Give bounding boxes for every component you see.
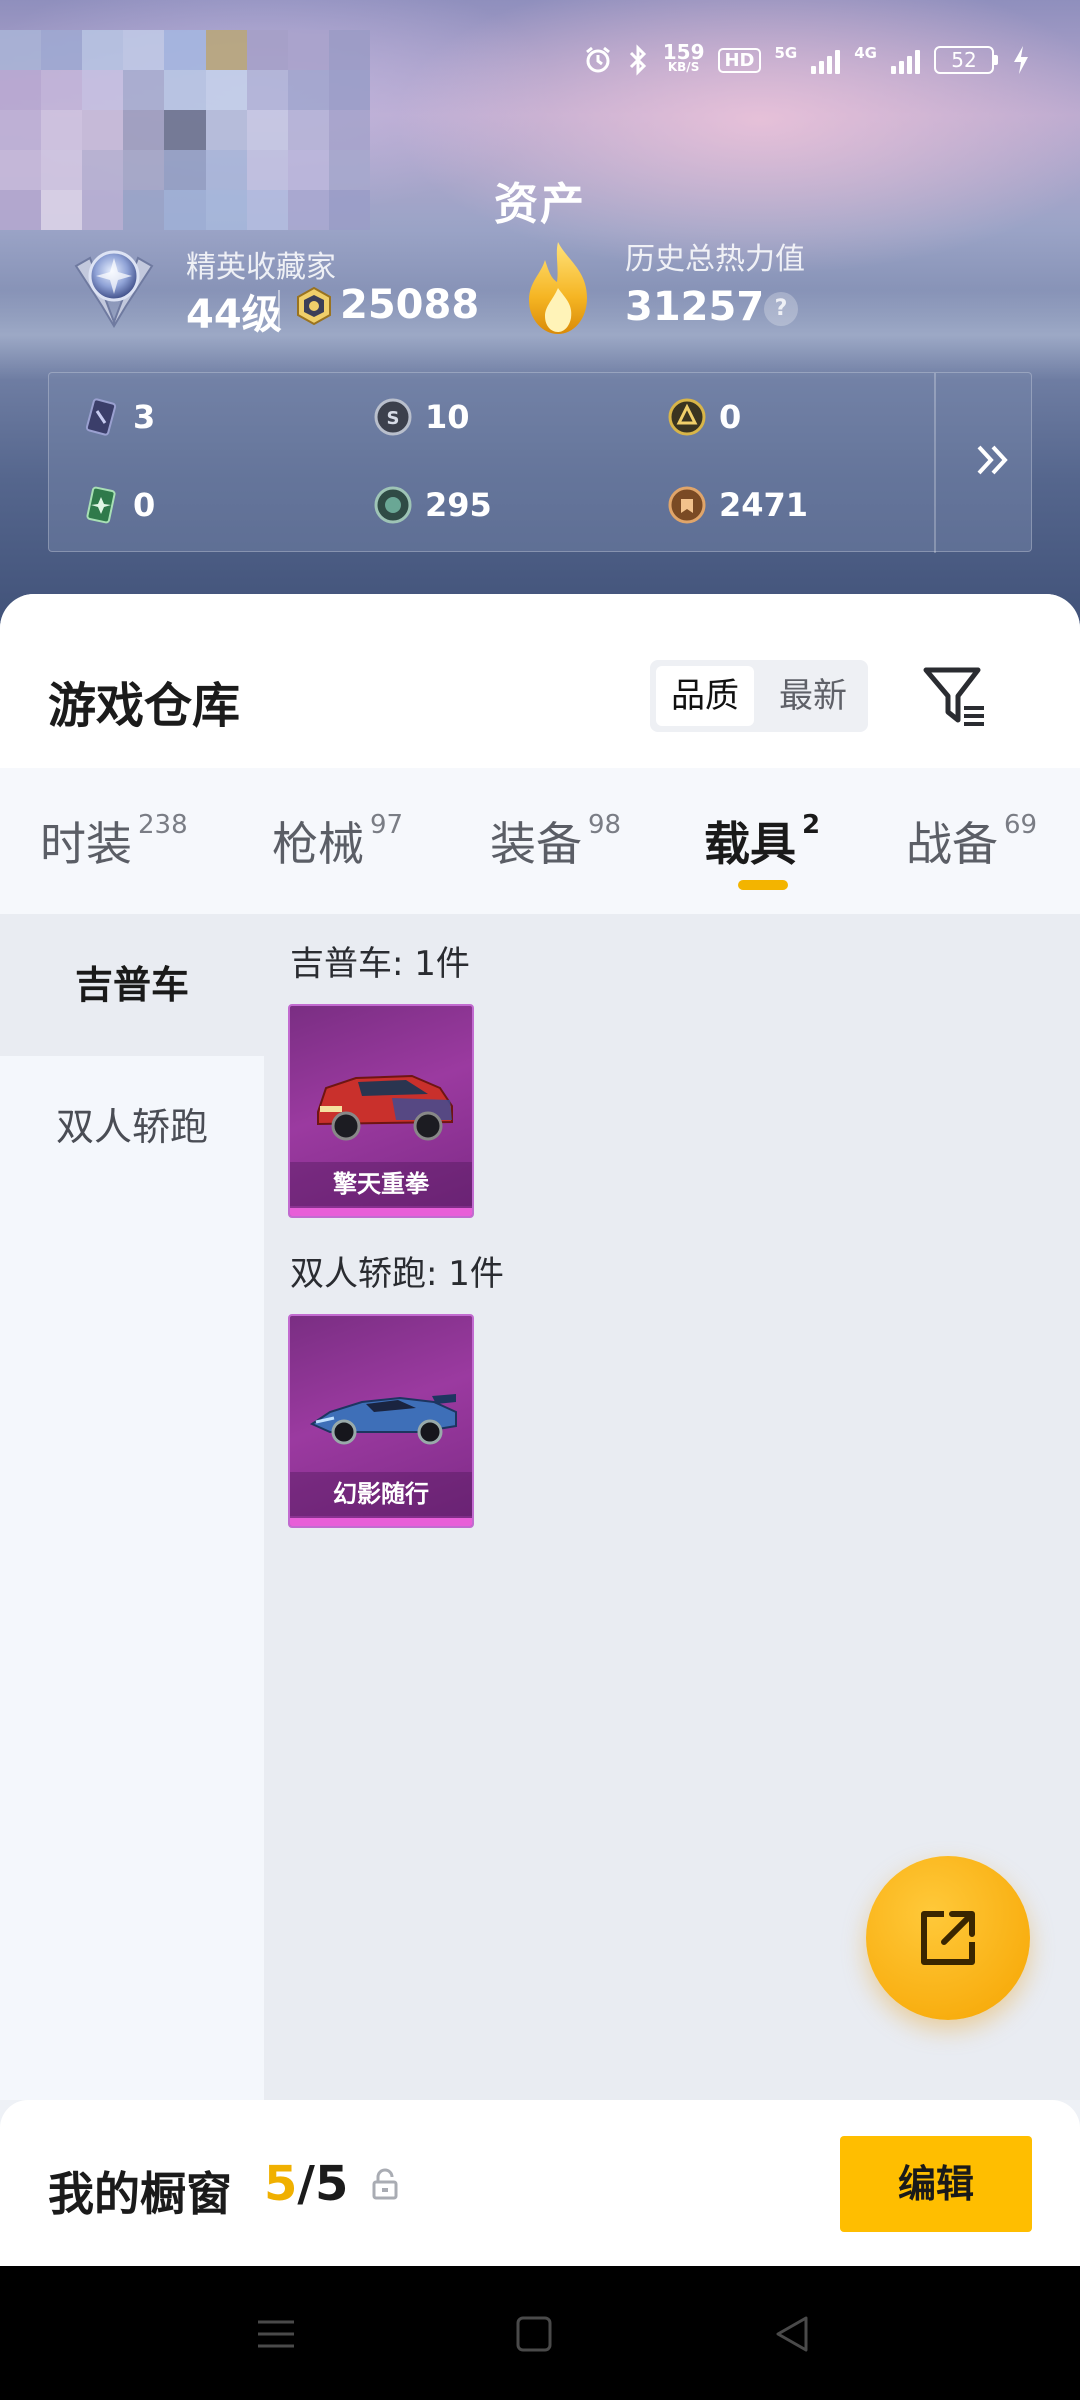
assets-header: 159 KB/S HD 5G 4G 52 资产 精英收藏家 44级 25088 历… [0, 0, 1080, 640]
currency-item: S 10 [373, 397, 470, 437]
tab-equipment[interactable]: 装备 98 [490, 808, 621, 874]
heat-label: 历史总热力值 [625, 242, 805, 277]
double-chevron-right-icon[interactable] [969, 437, 1015, 483]
sort-quality-button[interactable]: 品质 [656, 666, 754, 726]
share-button[interactable] [866, 1856, 1030, 2020]
card-ticket-icon [85, 398, 117, 436]
currency-item: 0 [81, 485, 155, 525]
rank-badge-icon[interactable] [68, 236, 160, 328]
silver-coin-icon: S [374, 398, 412, 436]
bluetooth-icon [629, 44, 646, 76]
active-tab-indicator [738, 880, 788, 890]
warehouse-title: 游戏仓库 [48, 678, 241, 734]
signal-icon [811, 46, 841, 74]
category-tabs: 时装 238 枪械 97 装备 98 载具 2 战备 69 [0, 768, 1080, 914]
rank-level: 44级 [186, 292, 282, 338]
rarity-stripe [290, 1208, 472, 1216]
sidebar-item-jeep[interactable]: 吉普车 [0, 914, 264, 1056]
battery-icon: 52 [934, 46, 998, 74]
unlock-icon[interactable] [370, 2168, 400, 2202]
network-4g: 4G [854, 44, 877, 62]
green-card-icon [86, 486, 116, 524]
group-title-coupe: 双人轿跑: 1件 [290, 1254, 504, 1294]
vehicle-name: 幻影随行 [290, 1472, 472, 1516]
tab-weapons[interactable]: 枪械 97 [272, 808, 403, 874]
currency-item: 295 [373, 485, 492, 525]
filter-icon[interactable] [920, 660, 988, 730]
collector-coin-icon [297, 286, 331, 326]
vehicle-card[interactable]: 幻影随行 [288, 1314, 474, 1528]
flame-icon [529, 242, 587, 334]
back-icon[interactable] [764, 2306, 820, 2362]
hd-badge: HD [718, 47, 761, 73]
currency-item: 0 [667, 397, 741, 437]
menu-icon[interactable] [248, 2306, 304, 2362]
gold-emblem-icon [668, 398, 706, 436]
status-bar: 159 KB/S HD 5G 4G 52 [583, 40, 1030, 76]
sort-newest-button[interactable]: 最新 [764, 666, 862, 726]
divider [278, 290, 280, 330]
heat-value: 31257 [625, 284, 765, 330]
system-nav-bar [0, 2266, 1080, 2400]
currency-panel[interactable]: 3 S 10 0 0 295 2471 [48, 372, 1032, 553]
currency-item: 2471 [667, 485, 808, 525]
page-title: 资产 [494, 179, 586, 230]
network-5g: 5G [774, 44, 798, 62]
divider [934, 373, 936, 553]
warehouse-header: 游戏仓库 品质 最新 [0, 594, 1080, 768]
share-icon [921, 1911, 975, 1965]
currency-item: 3 [81, 397, 155, 437]
tab-supplies[interactable]: 战备 69 [906, 808, 1037, 874]
alarm-icon [585, 46, 610, 73]
rarity-stripe [290, 1518, 472, 1526]
network-speed: 159 KB/S [662, 40, 705, 74]
signal-icon-2 [891, 46, 920, 74]
coupe-image [309, 1394, 457, 1445]
help-icon[interactable]: ? [764, 292, 798, 326]
charging-icon [1014, 46, 1028, 74]
showcase-count: 5/5 [264, 2156, 349, 2212]
sort-toggle: 品质 最新 [650, 660, 868, 732]
category-sidebar: 吉普车 双人轿跑 [0, 914, 264, 2100]
svg-text:S: S [387, 408, 400, 429]
collector-points: 25088 [340, 282, 480, 328]
sidebar-item-coupe[interactable]: 双人轿跑 [0, 1056, 264, 1198]
rank-title: 精英收藏家 [186, 250, 336, 285]
tab-vehicles[interactable]: 载具 2 [704, 808, 820, 874]
group-title-jeep: 吉普车: 1件 [290, 944, 470, 984]
vehicle-card[interactable]: 擎天重拳 [288, 1004, 474, 1218]
home-icon[interactable] [506, 2306, 562, 2362]
edit-button[interactable]: 编辑 [840, 2136, 1032, 2232]
jeep-image [317, 1074, 453, 1141]
vehicle-name: 擎天重拳 [290, 1162, 472, 1206]
green-coin-icon [374, 486, 412, 524]
showcase-label: 我的橱窗 [48, 2167, 232, 2221]
showcase-bar: 我的橱窗 5/5 编辑 [0, 2100, 1080, 2266]
bronze-medal-icon [668, 486, 706, 524]
tab-fashion[interactable]: 时装 238 [40, 808, 188, 874]
